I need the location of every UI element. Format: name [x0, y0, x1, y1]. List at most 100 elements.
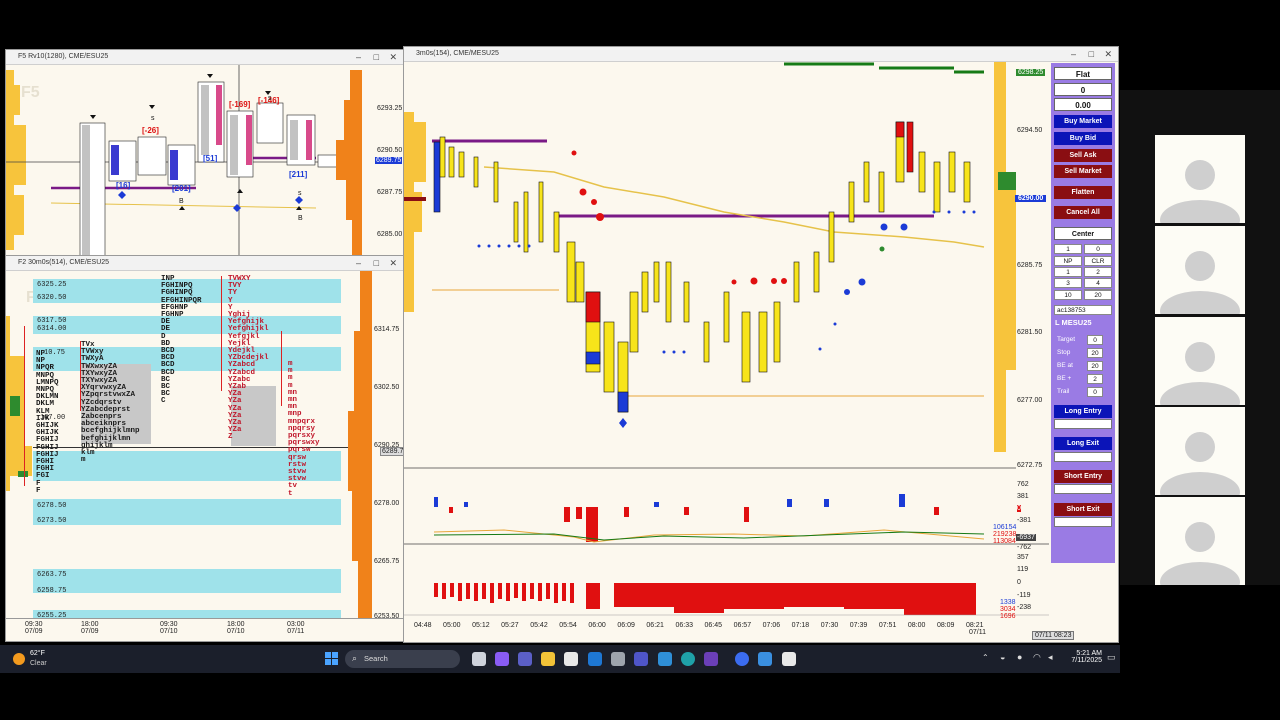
cum-value: 1338: [1000, 599, 1016, 606]
time-label: 06:00: [588, 622, 606, 629]
long-entry-button[interactable]: Long Entry: [1054, 405, 1112, 418]
camera-icon[interactable]: [658, 652, 672, 666]
main-title: 3m0s(154), CME/MESU25: [416, 50, 499, 57]
participant-tile[interactable]: [1155, 407, 1245, 512]
clock[interactable]: 5:21 AM 7/11/2025: [1062, 650, 1102, 664]
short-exit-button[interactable]: Short Exit: [1054, 503, 1112, 516]
minimize-button[interactable]: –: [356, 50, 361, 64]
weather-widget[interactable]: 62°F Clear: [12, 650, 62, 670]
f2-price-label: 6302.50: [374, 384, 400, 391]
svg-text:s: s: [298, 190, 302, 197]
wifi-icon[interactable]: ◠: [1033, 652, 1041, 663]
start-button[interactable]: [325, 652, 339, 666]
qty-preset-button[interactable]: 4: [1084, 278, 1112, 288]
short-exit-dropdown[interactable]: [1054, 517, 1112, 527]
outlook-icon[interactable]: [588, 652, 602, 666]
volume-icon[interactable]: ◂: [1048, 652, 1053, 663]
time-label: 07:39: [849, 622, 868, 629]
red-line: [281, 331, 282, 406]
qty-preset-button[interactable]: 3: [1054, 278, 1082, 288]
teams-classic-icon[interactable]: [634, 652, 648, 666]
participant-tile[interactable]: [1155, 317, 1245, 422]
time-label: 08:00: [907, 622, 926, 629]
long-exit-dropdown[interactable]: [1054, 452, 1112, 462]
delta-axis-label: 0: [1017, 505, 1021, 512]
visual-studio-icon[interactable]: [704, 652, 718, 666]
main-price-label: 6294.50: [1017, 127, 1043, 134]
buy-market-button[interactable]: Buy Market: [1054, 115, 1112, 128]
app-window-icon[interactable]: [782, 652, 796, 666]
stop-field[interactable]: 20: [1087, 348, 1103, 358]
qty-right-field[interactable]: 0: [1084, 244, 1112, 254]
short-entry-dropdown[interactable]: [1054, 484, 1112, 494]
file-explorer-icon[interactable]: [541, 652, 555, 666]
cancel-all-button[interactable]: Cancel All: [1054, 206, 1112, 219]
qty-preset-button[interactable]: 2: [1084, 267, 1112, 277]
store-icon[interactable]: [564, 652, 578, 666]
center-button[interactable]: Center: [1054, 227, 1112, 240]
account-select[interactable]: ac138753: [1054, 305, 1112, 315]
maximize-button[interactable]: □: [374, 50, 379, 64]
task-view-icon[interactable]: [472, 652, 486, 666]
network-icon[interactable]: ◒: [1000, 652, 1005, 662]
trail-field[interactable]: 0: [1087, 387, 1103, 397]
close-button[interactable]: ✕: [389, 50, 397, 64]
f5-callout-2: [-169]: [229, 100, 251, 109]
qty-preset-button[interactable]: 20: [1084, 290, 1112, 300]
search-placeholder: Search: [364, 654, 388, 663]
edge-icon[interactable]: [681, 652, 695, 666]
tray-chevron-icon[interactable]: ⌃: [982, 653, 989, 662]
target-label: Target: [1057, 336, 1076, 343]
level-label: 6314.00: [37, 325, 67, 333]
sell-market-button[interactable]: Sell Market: [1054, 165, 1112, 178]
np-button[interactable]: NP: [1054, 256, 1082, 266]
f2-chart-window: F2 30m0s(514), CME/ESU25 – □ ✕ F 6325.25…: [5, 255, 404, 642]
minimize-button[interactable]: –: [1071, 47, 1076, 61]
short-entry-button[interactable]: Short Entry: [1054, 470, 1112, 483]
flatten-button[interactable]: Flatten: [1054, 186, 1112, 199]
be-at-field[interactable]: 20: [1087, 361, 1103, 371]
close-button[interactable]: ✕: [389, 256, 397, 270]
search-box[interactable]: ⌕ Search: [345, 650, 460, 668]
sell-ask-button[interactable]: Sell Ask: [1054, 149, 1112, 162]
buy-bid-button[interactable]: Buy Bid: [1054, 132, 1112, 145]
chat-app-icon[interactable]: [735, 652, 749, 666]
notification-icon[interactable]: ▭: [1107, 652, 1116, 663]
f2-left-profile-svg: [6, 316, 32, 491]
copilot-icon[interactable]: [495, 652, 509, 666]
participant-tile[interactable]: [1155, 135, 1245, 240]
main-title-bar: 3m0s(154), CME/MESU25 – □ ✕: [404, 47, 1118, 62]
delta-axis-label: -381: [1017, 517, 1032, 524]
long-exit-button[interactable]: Long Exit: [1054, 437, 1112, 450]
time-label: 06:21: [646, 622, 664, 629]
qty-preset-button[interactable]: 10: [1054, 290, 1082, 300]
f5-price-label: 6293.25: [377, 105, 403, 112]
maximize-button[interactable]: □: [1089, 47, 1094, 61]
delta-value: 219238: [993, 531, 1017, 538]
microphone-icon[interactable]: ●: [1017, 652, 1022, 662]
maximize-button[interactable]: □: [374, 256, 379, 270]
cumulative-bars: [434, 583, 976, 615]
participant-tile[interactable]: [1155, 497, 1245, 602]
position-pnl: 0.00: [1054, 98, 1112, 111]
qty-preset-button[interactable]: 1: [1054, 267, 1082, 277]
windows-icon: [325, 652, 338, 665]
target-field[interactable]: 0: [1087, 335, 1103, 345]
close-button[interactable]: ✕: [1104, 47, 1112, 61]
search-icon: ⌕: [352, 653, 358, 663]
settings-icon[interactable]: [611, 652, 625, 666]
trading-app-icon[interactable]: [758, 652, 772, 666]
long-entry-dropdown[interactable]: [1054, 419, 1112, 429]
teams-icon[interactable]: [518, 652, 532, 666]
time-label: 06:45: [704, 622, 723, 629]
participant-tile[interactable]: [1155, 226, 1245, 331]
minimize-button[interactable]: –: [356, 256, 361, 270]
delta-axis-label: 762: [1017, 481, 1029, 488]
time-label: 05:12: [472, 622, 490, 629]
be-plus-field[interactable]: 2: [1087, 374, 1103, 384]
clr-button[interactable]: CLR: [1084, 256, 1112, 266]
qty-left-field[interactable]: 1: [1054, 244, 1082, 254]
time-label: 09:30 07/09: [25, 621, 43, 635]
f5-callout-1: [-26]: [142, 126, 159, 135]
time-label: 07:06: [762, 622, 781, 629]
